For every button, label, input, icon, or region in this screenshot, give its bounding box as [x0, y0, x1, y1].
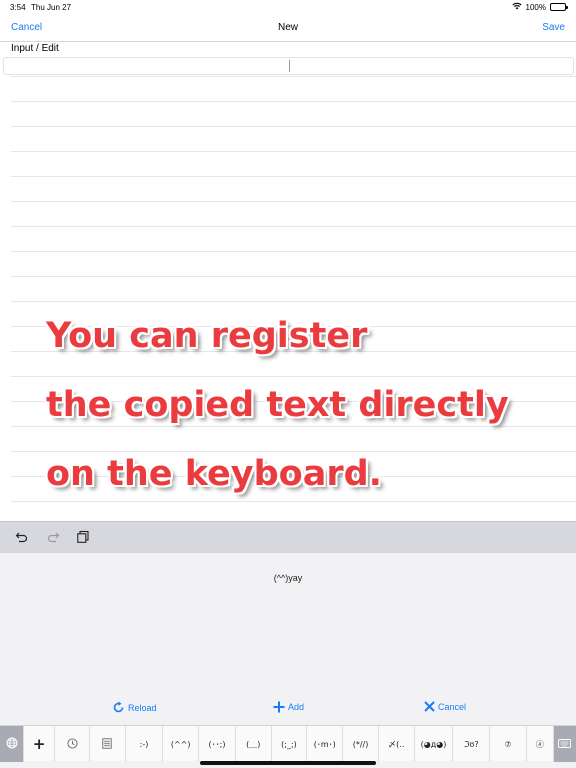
undo-icon[interactable]: [15, 530, 29, 544]
plus-icon: [273, 701, 285, 713]
history-key[interactable]: [55, 726, 90, 762]
keyboard-actions: Reload Add Cancel: [0, 701, 576, 719]
reload-label: Reload: [128, 702, 157, 713]
add-button[interactable]: Add: [273, 701, 304, 713]
notepad-icon: [102, 737, 113, 751]
emoticon-key[interactable]: ⓐ: [527, 726, 554, 762]
nav-bar: Cancel New Save: [0, 14, 576, 42]
emoticon-key[interactable]: 〆(..: [379, 726, 415, 762]
text-input[interactable]: [3, 57, 574, 75]
promo-line-3: on the keyboard.: [46, 454, 382, 494]
emoticon-key-row: + :-) (^^) (･･;) (＿) (;_;) (･m･) (*//) 〆…: [0, 725, 576, 762]
notepad-key[interactable]: [90, 726, 126, 762]
status-bar: 3:54 Thu Jun 27 100%: [0, 0, 576, 14]
ruled-line: [11, 151, 576, 152]
custom-keyboard: (^^)yay Reload Add Cancel +:-) (^^) (･･…: [0, 553, 576, 768]
ruled-line: [11, 76, 576, 77]
text-caret: [289, 60, 290, 72]
plus-key-icon: +: [32, 735, 46, 753]
reload-button[interactable]: Reload: [112, 701, 157, 714]
emoticon-key[interactable]: (･m･): [307, 726, 344, 762]
emoticon-key[interactable]: :-): [126, 726, 164, 762]
history-icon: [66, 737, 78, 751]
redo-icon[interactable]: [46, 530, 60, 544]
paste-icon[interactable]: [76, 530, 90, 544]
status-right: 100%: [511, 2, 568, 12]
add-key[interactable]: +: [24, 726, 56, 762]
battery-percent: 100%: [525, 2, 546, 12]
promo-line-1: You can register: [46, 316, 368, 356]
emoticon-key[interactable]: (;_;): [272, 726, 308, 762]
status-time: 3:54: [10, 3, 26, 12]
emoticon-key[interactable]: (*//): [343, 726, 379, 762]
globe-icon: [6, 737, 18, 751]
emoticon-key[interactable]: (◕д◕): [415, 726, 454, 762]
promo-caption: You can register the copied text directl…: [46, 302, 566, 509]
close-icon: [424, 701, 435, 712]
ruled-line: [11, 276, 576, 277]
keyboard-icon: [558, 738, 572, 750]
emoticon-key[interactable]: (･･;): [199, 726, 236, 762]
promo-line-2: the copied text directly: [46, 385, 509, 425]
clipboard-item[interactable]: (^^)yay: [0, 573, 576, 583]
ruled-line: [11, 126, 576, 127]
keyboard-cancel-button[interactable]: Cancel: [424, 701, 466, 712]
globe-key[interactable]: [0, 726, 25, 762]
reload-icon: [112, 701, 125, 714]
battery-icon: [550, 3, 568, 11]
ruled-line: [11, 201, 576, 202]
emoticon-key[interactable]: (＿): [236, 726, 272, 762]
ruled-line: [11, 101, 576, 102]
ruled-line: [11, 251, 576, 252]
emoticon-key[interactable]: ℑ︎ʊ?: [453, 726, 491, 762]
emoticon-key[interactable]: (^^): [163, 726, 200, 762]
shortcut-toolbar: [0, 521, 576, 553]
page-title: New: [277, 22, 298, 33]
keyboard-key[interactable]: [553, 726, 576, 762]
keyboard-cancel-label: Cancel: [438, 701, 467, 712]
add-label: Add: [288, 702, 305, 712]
wifi-icon: [511, 2, 522, 12]
ruled-line: [11, 176, 576, 177]
status-date: Thu Jun 27: [31, 3, 72, 12]
home-indicator: [200, 761, 376, 765]
ruled-line: [11, 226, 576, 227]
section-label: Input / Edit: [11, 43, 59, 54]
emoticon-key[interactable]: ⑦: [490, 726, 527, 762]
save-button[interactable]: Save: [542, 22, 565, 33]
